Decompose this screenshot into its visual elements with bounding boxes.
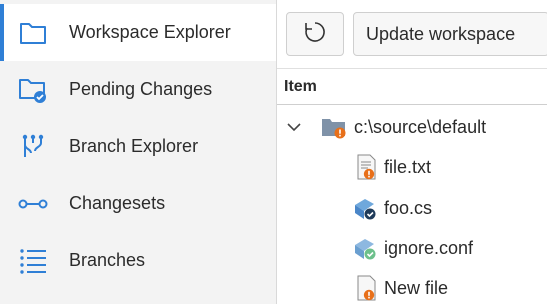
- column-header[interactable]: Item: [277, 68, 547, 105]
- sidebar-item-label: Branches: [69, 250, 146, 270]
- file-icon: [354, 154, 380, 180]
- config-file-icon: [352, 235, 378, 261]
- refresh-icon: [303, 20, 327, 49]
- list-icon: [17, 245, 49, 277]
- tree-row[interactable]: ignore.conf: [277, 228, 547, 268]
- tree-row[interactable]: New file: [277, 268, 547, 308]
- update-workspace-button[interactable]: Update workspace: [353, 12, 547, 56]
- sidebar-item-label: Pending Changes: [69, 79, 213, 99]
- tree-row[interactable]: foo.cs: [277, 188, 547, 228]
- refresh-button[interactable]: [286, 12, 344, 56]
- changeset-icon: [17, 188, 49, 220]
- tree-row-label: file.txt: [384, 156, 432, 177]
- sidebar-item-label: Changesets: [69, 193, 166, 213]
- sidebar-item-changesets[interactable]: Changesets: [0, 175, 276, 232]
- tree-row-label: c:\source\default: [354, 116, 487, 137]
- tree-row[interactable]: file.txt: [277, 147, 547, 187]
- branch-icon: [17, 131, 49, 163]
- sidebar-item-branches[interactable]: Branches: [0, 232, 276, 289]
- folder-icon: [17, 17, 49, 49]
- chevron-down-icon[interactable]: [286, 119, 302, 135]
- column-header-item: Item: [284, 77, 317, 95]
- folder-icon: [321, 114, 347, 140]
- tree-row-label: New file: [384, 277, 449, 298]
- tree-row-label: ignore.conf: [384, 237, 474, 258]
- sidebar-item-branch-explorer[interactable]: Branch Explorer: [0, 118, 276, 175]
- toolbar: Update workspace: [277, 0, 547, 68]
- sidebar-item-workspace-explorer[interactable]: Workspace Explorer: [0, 4, 276, 61]
- tree-row-root[interactable]: c:\source\default: [277, 107, 547, 147]
- file-icon: [354, 275, 380, 301]
- folder-check-icon: [17, 74, 49, 106]
- sidebar-item-pending-changes[interactable]: Pending Changes: [0, 61, 276, 118]
- code-file-icon: [352, 195, 378, 221]
- sidebar-item-label: Workspace Explorer: [69, 22, 231, 42]
- main-panel: Update workspace Item c:\source\default …: [277, 0, 547, 304]
- sidebar-item-label: Branch Explorer: [69, 136, 199, 156]
- sidebar: Workspace Explorer Pending Changes Branc…: [0, 0, 277, 304]
- tree-row-label: foo.cs: [384, 197, 433, 218]
